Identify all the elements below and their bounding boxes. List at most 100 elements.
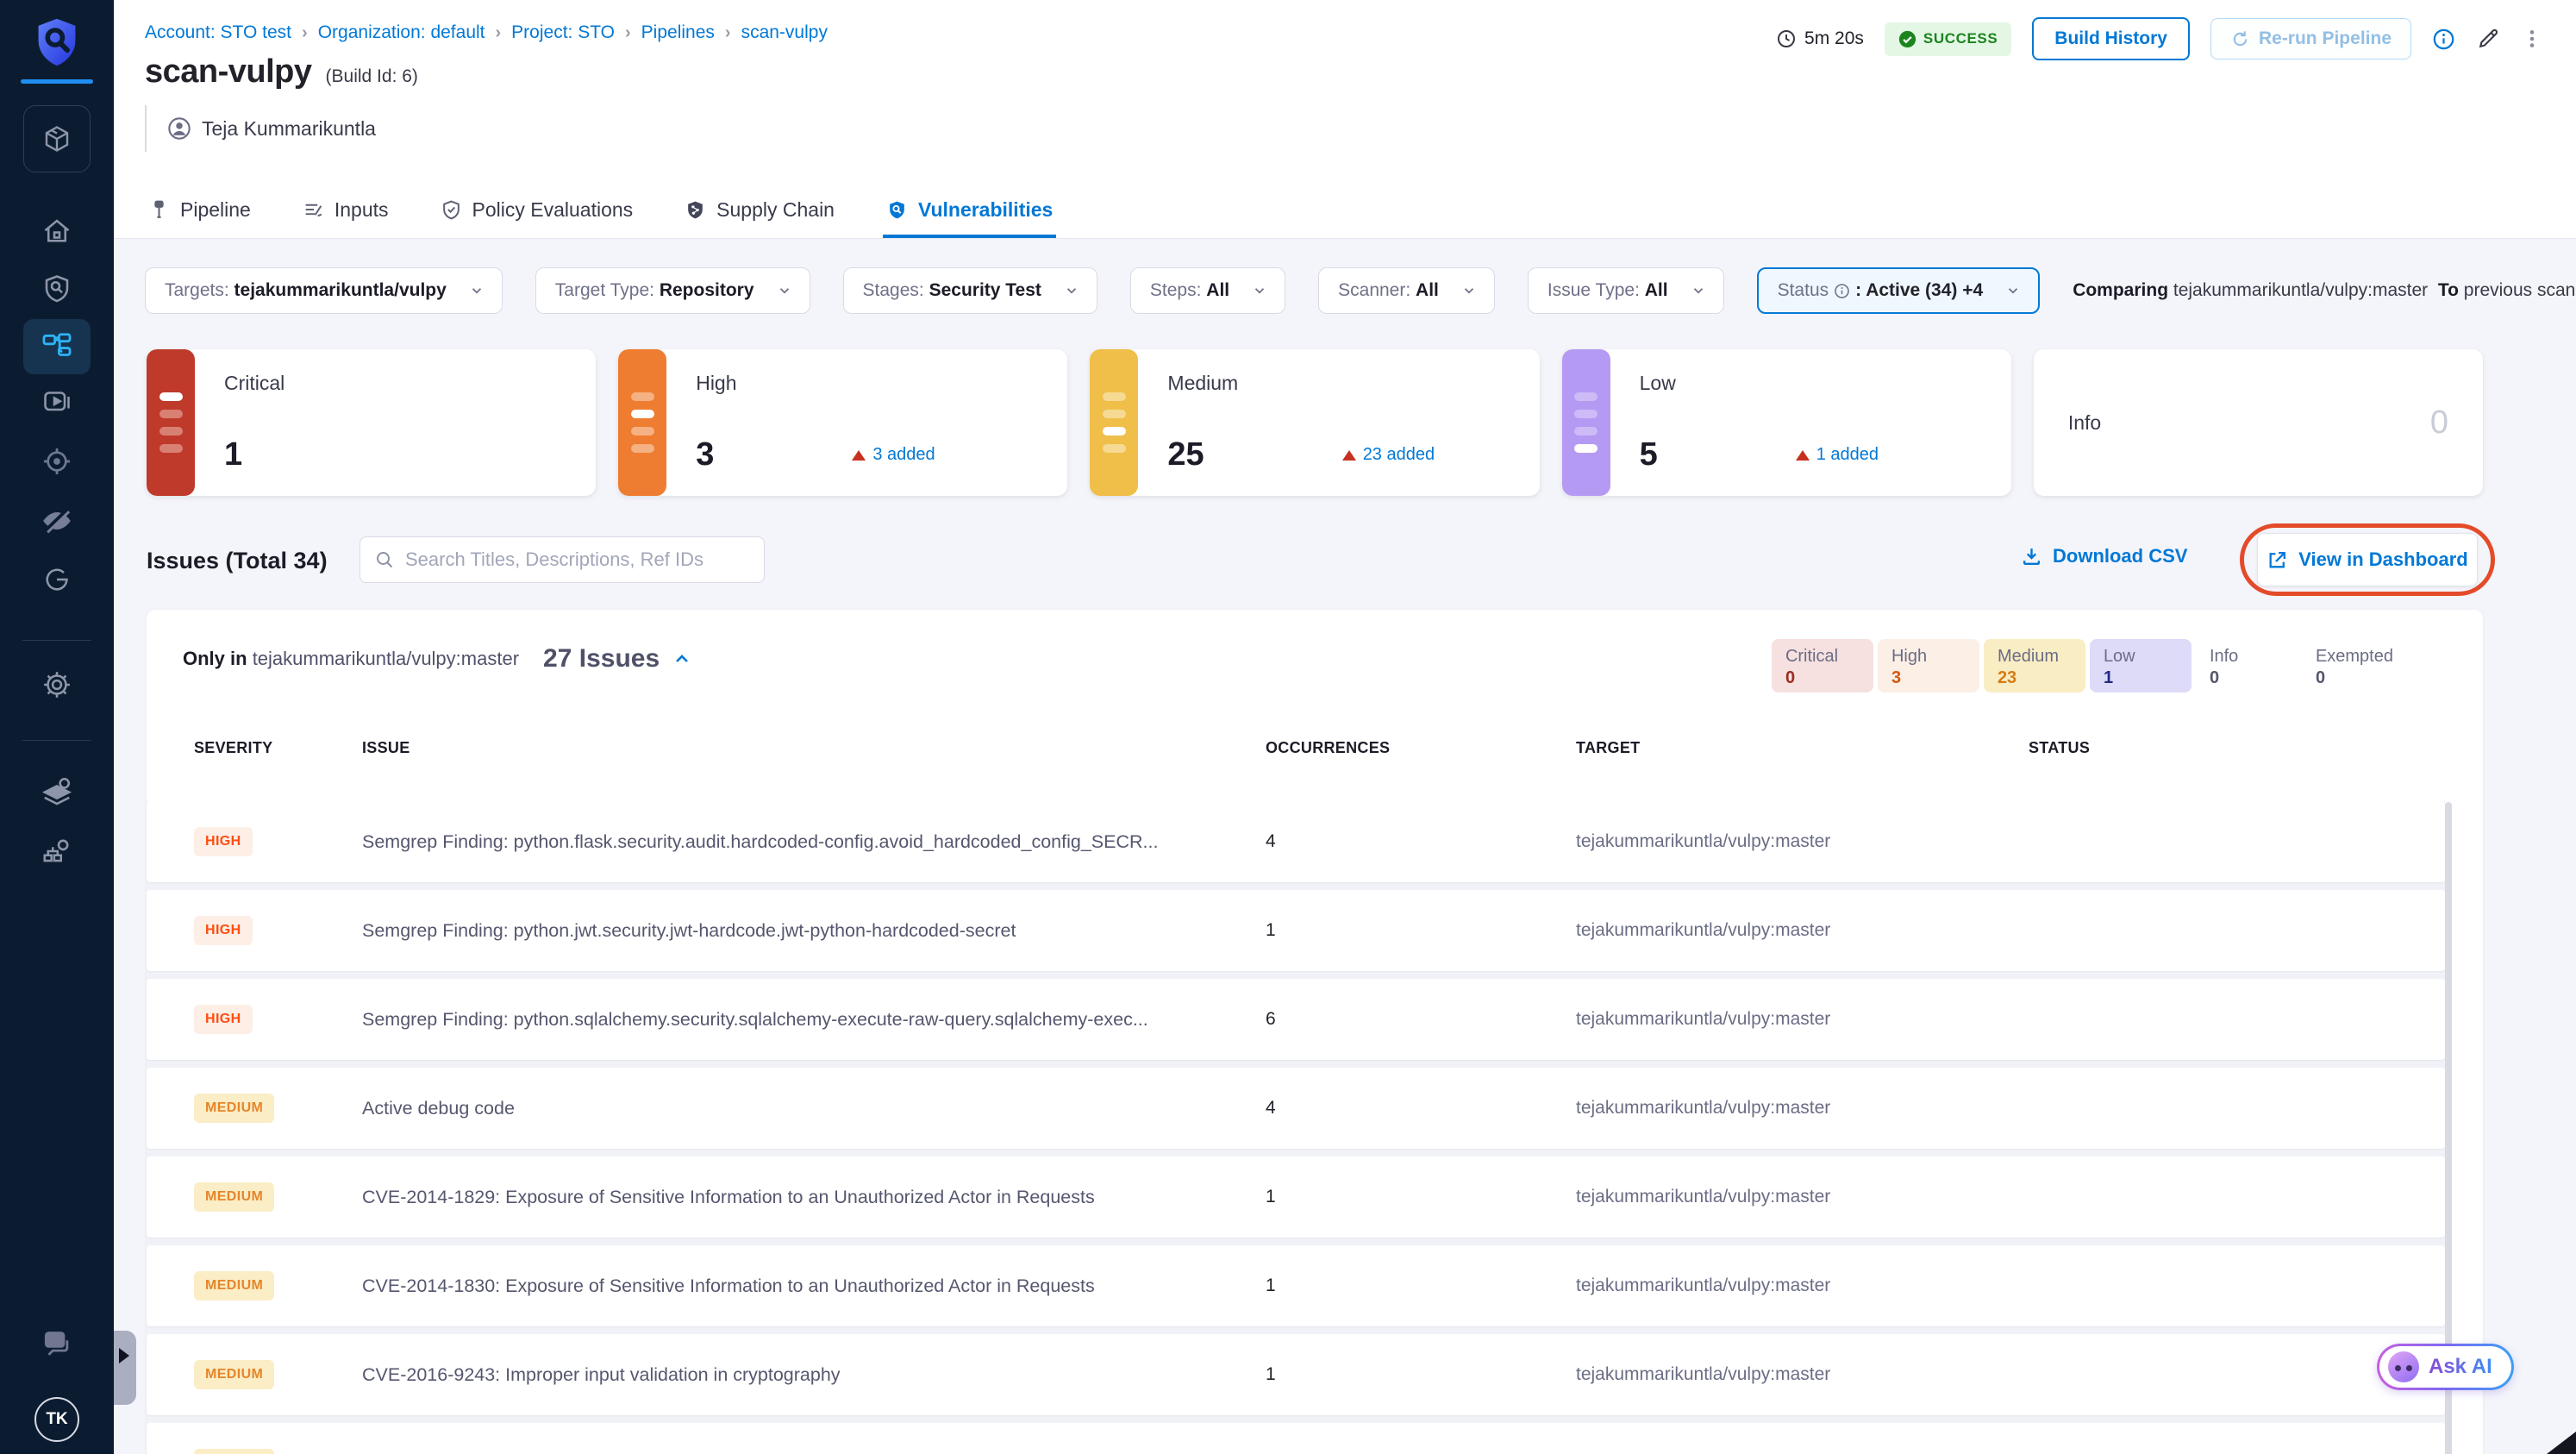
supply-chain-tab-icon [688,201,703,218]
issues-table: HIGH Semgrep Finding: python.flask.secur… [147,801,2445,1454]
page-title: scan-vulpy [145,53,312,90]
severity-card-low[interactable]: Low 5 1 added [1561,349,2011,496]
external-link-icon [2269,551,2286,567]
issues-search [360,536,765,583]
policy-tab-icon [442,200,460,219]
occurrences: 6 [1266,1009,1276,1029]
severity-card-medium[interactable]: Medium 25 23 added [1090,349,1540,496]
filter-stages[interactable]: Stages: Security Test [842,267,1097,314]
table-row[interactable]: MEDIUM Active debug code 4 tejakummariku… [147,1068,2445,1149]
severity-card-high[interactable]: High 3 3 added [618,349,1068,496]
sidebar-item-overview[interactable] [41,273,72,304]
tab-pipeline[interactable]: Pipeline [145,185,254,238]
added-triangle-icon [1795,449,1810,461]
table-row[interactable]: MEDIUM CVE-2016-9243: Improper input val… [147,1334,2445,1415]
severity-card-critical[interactable]: Critical 1 [147,349,597,496]
vulnerabilities-content: Targets: tejakummarikuntla/vulpy Target … [114,239,2576,1454]
filter-targets[interactable]: Targets: tejakummarikuntla/vulpy [145,267,503,314]
breadcrumb-org[interactable]: Organization: default [318,22,485,43]
tab-policy-evaluations[interactable]: Policy Evaluations [437,185,637,238]
table-row[interactable]: HIGH Semgrep Finding: python.flask.secur… [147,801,2445,882]
issue-title: Semgrep Finding: python.jwt.security.jwt… [362,919,1016,941]
sidebar-expand-handle[interactable] [114,1331,136,1405]
chevron-right-icon: › [724,22,731,42]
sidebar-item-hidden-eye[interactable] [40,504,74,538]
chip-critical[interactable]: Critical 0 [1771,639,1873,693]
download-csv-button[interactable]: Download CSV [2021,545,2187,567]
author-name: Teja Kummarikuntla [202,116,376,140]
sidebar-item-org-settings[interactable] [41,835,73,868]
vulnerabilities-tab-icon [890,201,904,218]
info-icon [1835,283,1849,298]
table-row[interactable]: MEDIUM [147,1423,2445,1454]
sto-logo[interactable] [34,17,79,69]
table-header: SEVERITY ISSUE OCCURRENCES TARGET STATUS [194,739,2091,756]
chevron-down-icon [1255,288,1265,294]
sidebar-item-home[interactable] [41,216,72,247]
view-in-dashboard-button[interactable]: View in Dashboard [2257,533,2478,586]
search-input[interactable] [405,548,750,571]
breadcrumb-pipelines[interactable]: Pipelines [641,22,715,43]
filter-issue-type[interactable]: Issue Type: All [1527,267,1724,314]
severity-card-info[interactable]: Info 0 [2033,349,2484,496]
table-row[interactable]: MEDIUM CVE-2014-1829: Exposure of Sensit… [147,1156,2445,1238]
tab-vulnerabilities[interactable]: Vulnerabilities [882,185,1057,238]
sidebar-item-targets[interactable] [41,445,73,478]
severity-badge: MEDIUM [194,1449,275,1454]
expand-arrow-icon [119,1348,129,1363]
critical-severity-icon [147,349,195,496]
issues-panel: Only in tejakummarikuntla/vulpy:master 2… [147,610,2483,1454]
sidebar-item-account-resources[interactable] [41,774,73,807]
sidebar-item-settings[interactable] [41,668,73,701]
chip-medium[interactable]: Medium 23 [1983,639,2085,693]
breadcrumb-current[interactable]: scan-vulpy [741,22,828,43]
low-severity-icon [1561,349,1610,496]
chip-high[interactable]: High 3 [1877,639,1979,693]
severity-chip-summary: Critical 0 High 3 Medium 23 Low 1 Info 0 Exem… [1771,639,2407,693]
breadcrumb-account[interactable]: Account: STO test [145,22,291,43]
user-avatar[interactable]: TK [34,1397,79,1442]
chip-info[interactable]: Info 0 [2196,639,2298,693]
chevron-up-icon[interactable] [672,649,692,669]
kebab-menu-icon[interactable] [2521,28,2543,50]
only-in-label: Only in tejakummarikuntla/vulpy:master [183,648,520,669]
info-icon[interactable] [2432,28,2455,51]
issue-title: CVE-2016-9243: Improper input validation… [362,1363,841,1385]
filter-target-type[interactable]: Target Type: Repository [535,267,810,314]
chevron-down-icon [1066,288,1077,294]
occurrences: 1 [1266,920,1276,940]
filter-status[interactable]: Status : Active (34) +4 [1756,267,2041,314]
help-chat-icon[interactable]: ? [41,1328,73,1361]
table-row[interactable]: MEDIUM CVE-2014-1830: Exposure of Sensit… [147,1245,2445,1326]
issue-title: Semgrep Finding: python.flask.security.a… [362,830,1159,852]
filter-scanner[interactable]: Scanner: All [1318,267,1495,314]
target: tejakummarikuntla/vulpy:master [1576,1098,1831,1118]
added-triangle-icon [852,449,866,461]
severity-cards: Critical 1 High 3 3 added Medium 25 23 a… [147,349,2484,496]
occurrences: 1 [1266,1364,1276,1384]
table-row[interactable]: HIGH Semgrep Finding: python.jwt.securit… [147,890,2445,971]
download-icon [2023,548,2041,565]
sidebar: ? TK [0,0,114,1454]
rerun-pipeline-button[interactable]: Re-run Pipeline [2210,18,2411,60]
tab-inputs[interactable]: Inputs [299,185,392,238]
occurrences: 1 [1266,1275,1276,1295]
refresh-icon [2233,30,2248,46]
sidebar-item-pipelines-active[interactable] [23,319,91,374]
chip-exempted[interactable]: Exempted 0 [2302,639,2407,693]
filter-steps[interactable]: Steps: All [1129,267,1286,314]
severity-badge: HIGH [194,1005,253,1034]
edit-pencil-icon[interactable] [2476,27,2500,51]
build-history-button[interactable]: Build History [2032,17,2190,60]
chip-low[interactable]: Low 1 [2089,639,2191,693]
table-row[interactable]: HIGH Semgrep Finding: python.sqlalchemy.… [147,979,2445,1060]
header-actions: 5m 20s SUCCESS Build History Re-run Pipe… [1776,17,2543,60]
sidebar-item-executions[interactable] [41,386,72,417]
clock-icon [1778,30,1796,47]
breadcrumb-project[interactable]: Project: STO [511,22,615,43]
severity-badge: HIGH [194,827,253,856]
tab-supply-chain[interactable]: Supply Chain [681,185,838,238]
sidebar-item-gauge[interactable] [41,564,72,595]
module-selector-cube-icon[interactable] [23,105,91,172]
ask-ai-button[interactable]: Ask AI [2377,1344,2514,1390]
